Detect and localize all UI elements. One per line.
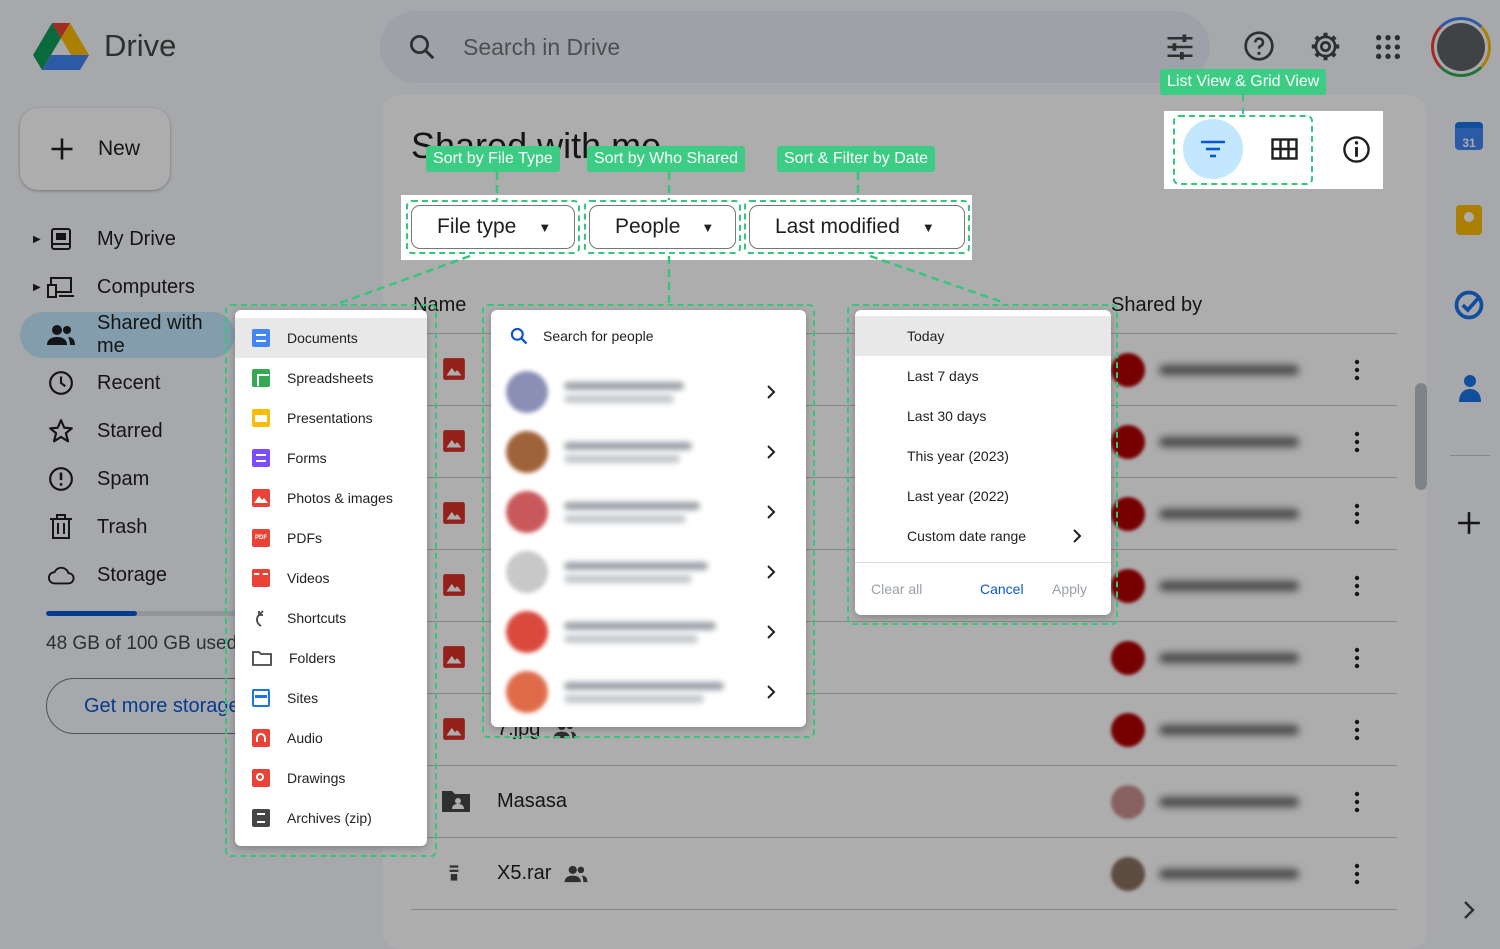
callout-date: Sort & Filter by Date xyxy=(777,146,936,172)
callout-view: List View & Grid View xyxy=(1160,69,1327,95)
last-modified-menu-dashed-outline xyxy=(847,304,1118,625)
callout-file-type: Sort by File Type xyxy=(426,146,560,172)
file-type-menu-dashed-outline xyxy=(225,304,437,857)
callout-people: Sort by Who Shared xyxy=(587,146,746,172)
people-menu-dashed-outline xyxy=(482,304,815,738)
